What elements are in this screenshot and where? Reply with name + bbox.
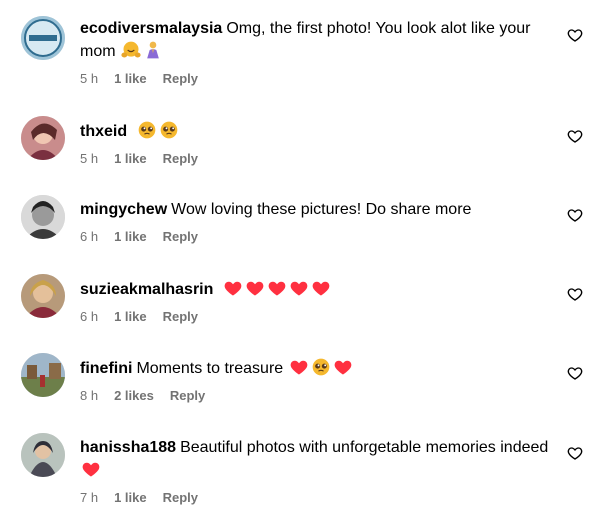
- reply-button[interactable]: Reply: [170, 388, 205, 403]
- comment-text: hanissha188 Beautiful photos with unforge…: [80, 437, 560, 482]
- comments-list: ecodiversmalaysia Omg, the first photo! Y…: [0, 0, 597, 522]
- comment-text: ecodiversmalaysia Omg, the first photo! Y…: [80, 18, 560, 63]
- avatar[interactable]: [21, 274, 65, 318]
- pleading-emoji-icon: [160, 121, 177, 139]
- like-heart-icon[interactable]: [565, 25, 585, 45]
- comment-username[interactable]: hanissha188: [80, 439, 176, 456]
- likes-count[interactable]: 2 likes: [114, 388, 154, 403]
- emoji-row: [288, 358, 354, 377]
- comment-username[interactable]: suzieakmalhasrin: [80, 281, 213, 298]
- like-heart-icon[interactable]: [565, 443, 585, 463]
- heart-emoji-icon: [246, 281, 264, 296]
- heart-emoji-icon: [82, 462, 100, 477]
- likes-count[interactable]: 1 like: [114, 71, 147, 86]
- comment-meta: 6 h 1 like Reply: [80, 229, 560, 244]
- comment-username[interactable]: mingychew: [80, 201, 167, 218]
- comment-body: Beautiful photos with unforgetable memor…: [180, 439, 549, 456]
- heart-emoji-icon: [290, 281, 308, 296]
- avatar[interactable]: [21, 116, 65, 160]
- likes-count[interactable]: 1 like: [114, 151, 147, 166]
- emoji-row: [80, 462, 102, 479]
- emoji-row: [136, 121, 180, 140]
- hug-emoji-icon: [121, 41, 141, 58]
- comment-text: mingychew Wow loving these pictures! Do s…: [80, 199, 560, 221]
- reply-button[interactable]: Reply: [163, 229, 198, 244]
- like-heart-icon[interactable]: [565, 205, 585, 225]
- comment-time: 5 h: [80, 151, 99, 166]
- like-heart-icon[interactable]: [565, 363, 585, 383]
- comment-text: thxeid: [80, 120, 560, 143]
- comment-username[interactable]: finefini: [80, 360, 132, 377]
- emoji-row: [222, 281, 332, 298]
- like-heart-icon[interactable]: [565, 284, 585, 304]
- comment-username[interactable]: ecodiversmalaysia: [80, 20, 222, 37]
- heart-emoji-icon: [224, 281, 242, 296]
- like-heart-icon[interactable]: [565, 126, 585, 146]
- comment-time: 6 h: [80, 309, 99, 324]
- heart-emoji-icon: [290, 360, 307, 375]
- comment-text: suzieakmalhasrin: [80, 278, 560, 301]
- pray-emoji-icon: [147, 41, 159, 59]
- pleading-emoji-icon: [312, 358, 329, 376]
- comment-time: 7 h: [80, 490, 99, 505]
- comment-meta: 6 h 1 like Reply: [80, 309, 560, 324]
- comment-time: 6 h: [80, 229, 99, 244]
- heart-emoji-icon: [334, 360, 351, 375]
- avatar[interactable]: [21, 16, 65, 60]
- likes-count[interactable]: 1 like: [114, 229, 147, 244]
- heart-emoji-icon: [312, 281, 330, 296]
- avatar[interactable]: [21, 195, 65, 239]
- comment-meta: 8 h 2 likes Reply: [80, 388, 560, 403]
- comment-body: Wow loving these pictures! Do share more: [171, 201, 472, 218]
- pleading-emoji-icon: [138, 121, 155, 139]
- likes-count[interactable]: 1 like: [114, 309, 147, 324]
- comment-username[interactable]: thxeid: [80, 123, 127, 140]
- likes-count[interactable]: 1 like: [114, 490, 147, 505]
- emoji-row: [120, 41, 164, 60]
- comment-text: finefini Moments to treasure: [80, 357, 560, 380]
- avatar[interactable]: [21, 433, 65, 477]
- comment-time: 5 h: [80, 71, 99, 86]
- reply-button[interactable]: Reply: [163, 71, 198, 86]
- comment-meta: 5 h 1 like Reply: [80, 151, 560, 166]
- comment-time: 8 h: [80, 388, 99, 403]
- comment-meta: 5 h 1 like Reply: [80, 71, 560, 86]
- comment-body: Moments to treasure: [136, 360, 284, 377]
- comment-meta: 7 h 1 like Reply: [80, 490, 560, 505]
- reply-button[interactable]: Reply: [163, 151, 198, 166]
- reply-button[interactable]: Reply: [163, 490, 198, 505]
- reply-button[interactable]: Reply: [163, 309, 198, 324]
- heart-emoji-icon: [268, 281, 286, 296]
- avatar[interactable]: [21, 353, 65, 397]
